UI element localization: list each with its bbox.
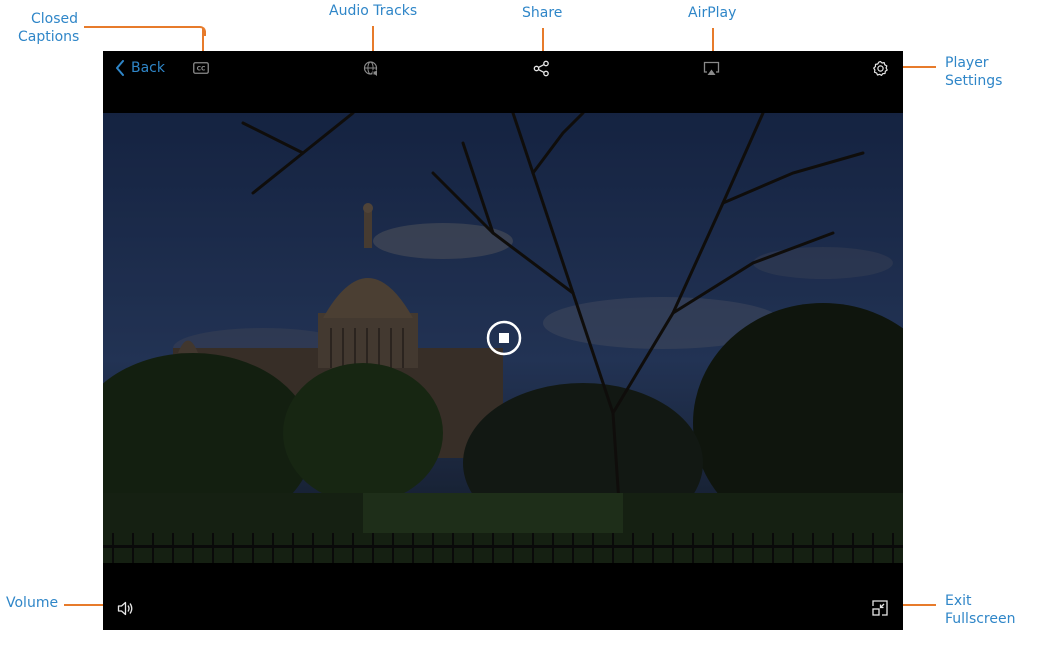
closed-captions-button[interactable]: CC	[191, 59, 211, 77]
share-icon	[533, 60, 549, 76]
airplay-icon	[703, 61, 719, 75]
callout-audio-tracks: Audio Tracks	[329, 3, 418, 19]
callout-exit-fullscreen: Exit Fullscreen	[945, 592, 1015, 628]
callout-line-cc-corner	[196, 26, 206, 36]
back-button[interactable]: Back	[115, 57, 165, 79]
cc-icon: CC	[193, 62, 209, 74]
stop-icon	[486, 320, 522, 356]
callout-player-settings: Player Settings	[945, 54, 1002, 90]
callout-exit-fullscreen-line2: Fullscreen	[945, 611, 1016, 627]
video-player: Back CC	[103, 51, 903, 630]
callout-player-settings-line1: Player	[945, 55, 989, 71]
cc-icon-text: CC	[197, 66, 206, 73]
callout-line-cc-h	[84, 26, 200, 28]
volume-button[interactable]	[115, 598, 135, 618]
player-settings-button[interactable]	[870, 58, 890, 78]
callout-exit-fullscreen-line1: Exit	[945, 593, 972, 609]
video-frame[interactable]	[103, 113, 903, 563]
audio-tracks-button[interactable]	[361, 58, 381, 78]
share-button[interactable]	[531, 58, 551, 78]
back-label: Back	[131, 60, 165, 76]
callout-closed-captions-line1: Closed	[30, 11, 78, 27]
exit-fullscreen-icon	[872, 600, 888, 616]
volume-icon	[117, 601, 132, 615]
chevron-left-icon	[116, 60, 124, 76]
stop-button[interactable]	[486, 320, 522, 356]
airplay-button[interactable]	[701, 58, 721, 78]
callout-closed-captions: Closed Captions	[18, 10, 80, 46]
callout-closed-captions-line2: Captions	[18, 29, 80, 45]
exit-fullscreen-button[interactable]	[870, 598, 890, 618]
callout-line-volume	[64, 604, 106, 606]
gear-icon	[872, 60, 888, 76]
callout-volume: Volume	[6, 595, 59, 611]
callout-airplay: AirPlay	[688, 5, 737, 21]
callout-player-settings-line2: Settings	[945, 73, 1003, 89]
callout-share: Share	[522, 5, 563, 21]
globe-audio-icon	[363, 60, 379, 76]
